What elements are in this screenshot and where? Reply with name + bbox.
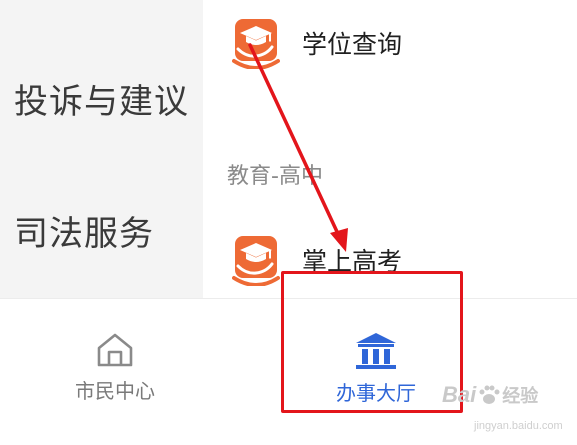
tab-citizen-center-label: 市民中心 [75, 379, 155, 403]
government-building-icon [356, 333, 396, 369]
service-gaokao-label: 掌上高考 [302, 247, 403, 276]
graduation-cap-hand-icon [232, 236, 280, 286]
sidebar-item-complaint[interactable]: 投诉与建议 [14, 74, 189, 123]
watermark-brand-suffix: 经验 [502, 386, 539, 407]
watermark: Bai 经验 [442, 382, 538, 408]
graduation-cap-hand-icon [232, 19, 280, 69]
section-title-education-high-school: 教育-高中 [227, 164, 323, 189]
category-sidebar: 投诉与建议 司法服务 [0, 0, 203, 300]
paw-icon [479, 385, 500, 404]
service-gaokao[interactable]: 掌上高考 [232, 234, 402, 286]
watermark-url: jingyan.baidu.com [474, 420, 563, 432]
tab-service-hall[interactable]: 办事大厅 [296, 299, 456, 445]
tab-service-hall-label: 办事大厅 [336, 381, 416, 405]
service-degree-query-label: 学位查询 [302, 30, 403, 59]
tab-citizen-center[interactable]: 市民中心 [40, 299, 190, 445]
service-degree-query[interactable]: 学位查询 [232, 17, 402, 69]
sidebar-item-judicial[interactable]: 司法服务 [14, 206, 154, 255]
watermark-brand: Bai [442, 382, 477, 407]
house-icon [97, 333, 133, 367]
